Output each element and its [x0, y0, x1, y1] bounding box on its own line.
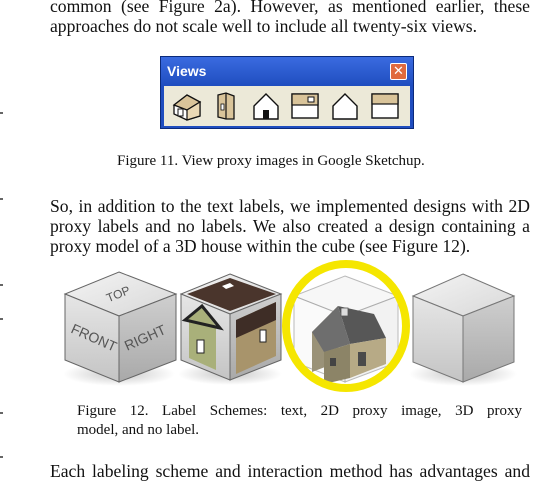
- paragraph-line: So, in addition to the text labels, we i…: [50, 196, 530, 216]
- front-view-icon[interactable]: [249, 90, 283, 122]
- proxy-image-cube: [178, 273, 283, 385]
- text-label-cube: TOP FRONT RIGHT: [63, 271, 178, 386]
- close-icon[interactable]: ✕: [390, 63, 407, 80]
- back-view-icon[interactable]: [368, 90, 402, 122]
- right-view-icon[interactable]: [328, 90, 362, 122]
- paragraph-line: common (see Figure 2a). However, as ment…: [50, 0, 530, 16]
- figure-11-caption: Figure 11. View proxy images in Google S…: [117, 153, 425, 169]
- margin-mark: [0, 456, 3, 458]
- iso-house-icon[interactable]: [170, 90, 204, 122]
- views-titlebar: Views ✕: [161, 57, 413, 86]
- paragraph-line: proxy labels and no labels. We also crea…: [50, 216, 530, 236]
- paragraph-line: Each labeling scheme and interaction met…: [50, 461, 530, 481]
- margin-mark: [0, 112, 3, 114]
- left-view-icon[interactable]: [209, 90, 243, 122]
- margin-mark: [0, 412, 3, 414]
- views-title: Views: [167, 63, 207, 79]
- figure-12-caption: model, and no label.: [77, 422, 200, 438]
- paragraph-line: proxy model of a 3D house within the cub…: [50, 236, 471, 256]
- views-toolbar-window: Views ✕: [160, 56, 414, 129]
- figure-12-caption: Figure 12. Label Schemes: text, 2D proxy…: [77, 403, 522, 419]
- no-label-cube: [409, 273, 517, 386]
- top-view-icon[interactable]: [288, 90, 322, 122]
- figure-12-cubes: TOP FRONT RIGHT: [63, 260, 517, 392]
- margin-mark: [0, 198, 3, 200]
- proxy-model-cube: [282, 260, 410, 392]
- paragraph-line: approaches do not scale well to include …: [50, 16, 478, 36]
- views-button-tray: [164, 86, 410, 126]
